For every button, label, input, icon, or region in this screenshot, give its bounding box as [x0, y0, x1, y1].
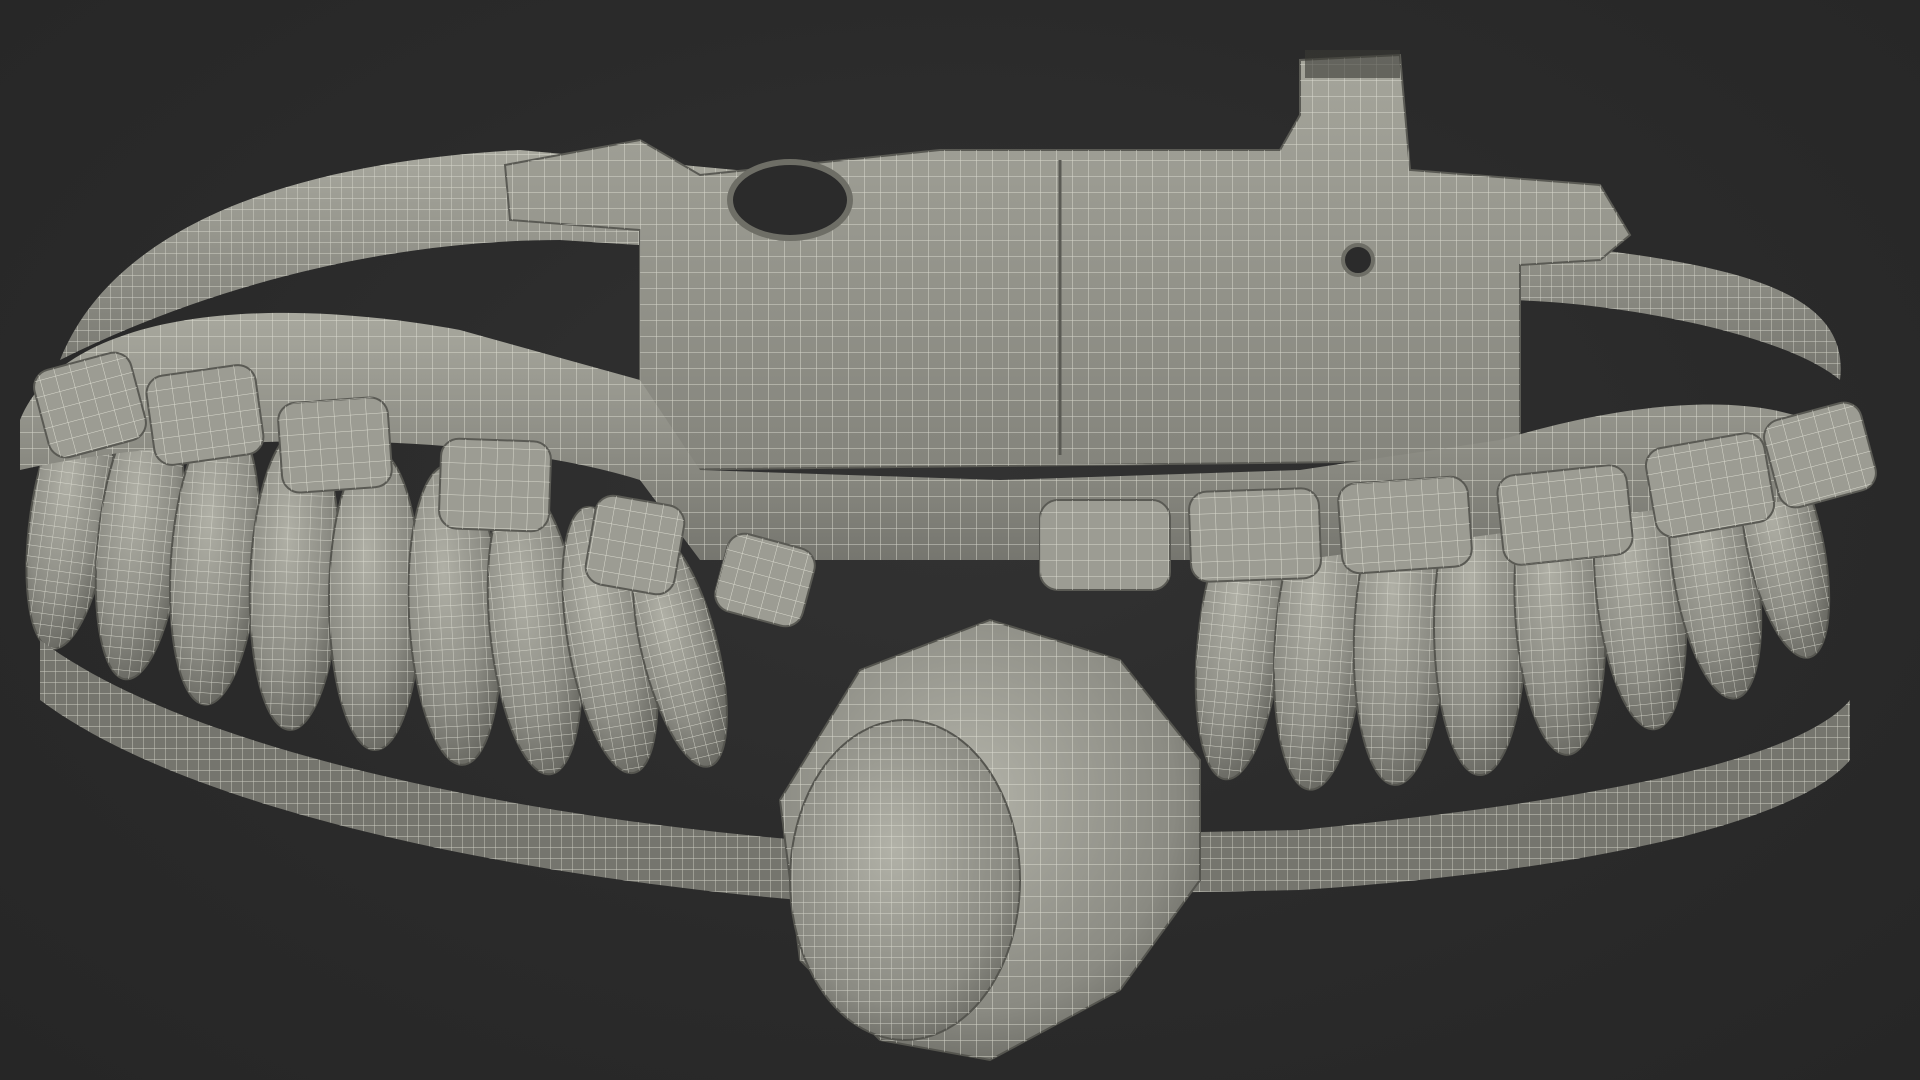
render-viewport [0, 0, 1920, 1080]
buckle-pin-hole [1341, 243, 1375, 277]
braid-knot [438, 437, 552, 533]
buckle-slot [727, 159, 853, 241]
toggle-cap [778, 618, 1201, 1062]
whistle-slot [1305, 50, 1400, 78]
braid-knot [145, 364, 265, 466]
braid-knot [584, 494, 686, 596]
braid-knot [1496, 464, 1634, 566]
braid-knot [1337, 475, 1473, 575]
bracelet-render [20, 50, 1877, 1062]
braid-knot [1188, 487, 1322, 583]
cord-loop [328, 449, 422, 751]
buckle [503, 50, 1632, 472]
braid-knot [1644, 432, 1776, 538]
braid-knot [277, 396, 393, 494]
braid-knot [1039, 499, 1171, 591]
